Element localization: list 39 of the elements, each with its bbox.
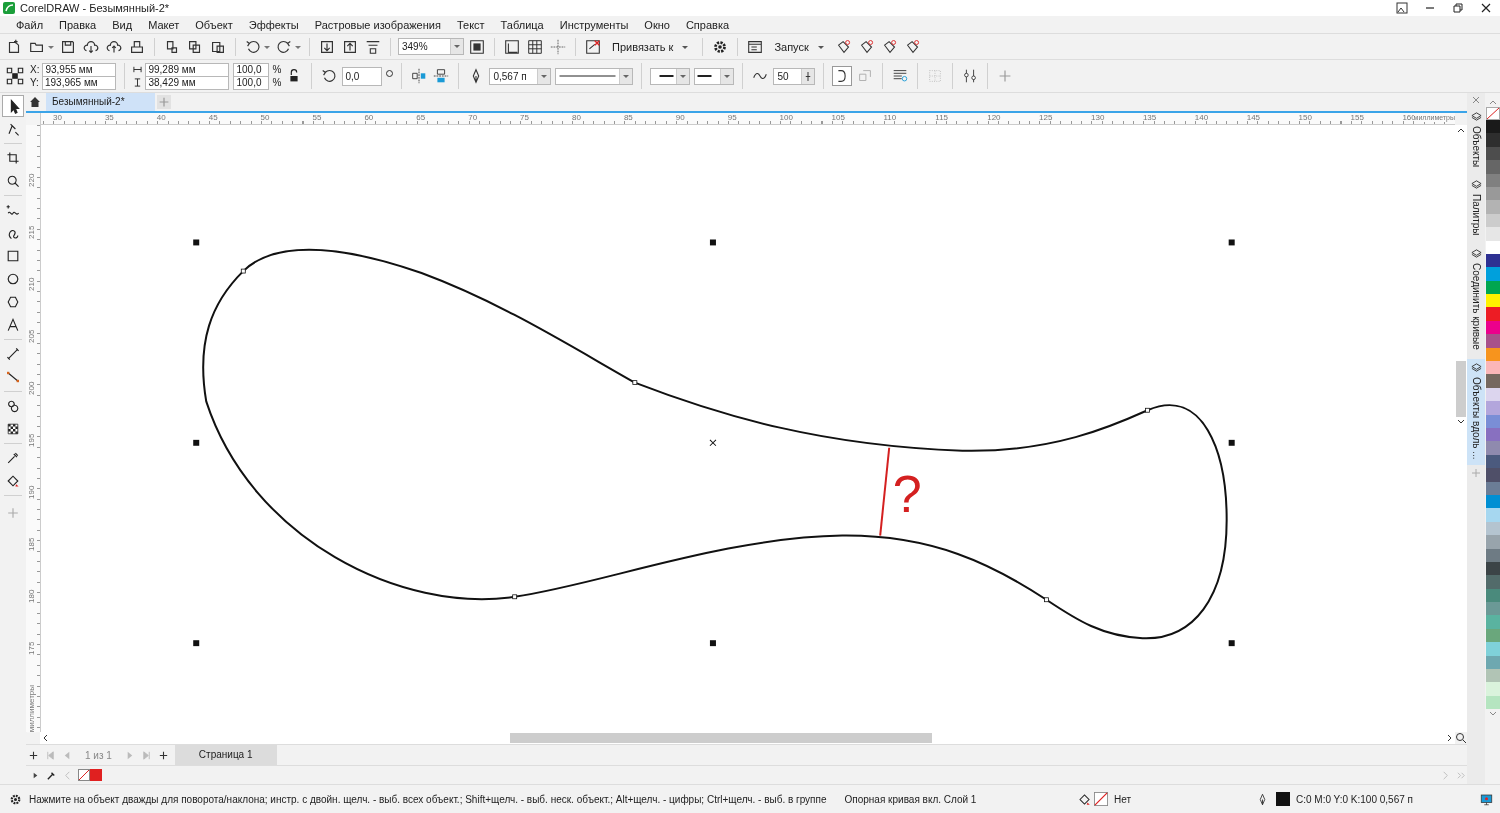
docker-tab[interactable]: Объекты вдоль ...	[1467, 358, 1485, 466]
page-counter: 1 из 1	[85, 749, 112, 761]
zoom-field[interactable]: 349%	[398, 38, 464, 55]
outline-width-field[interactable]: 0,567 п	[489, 67, 552, 85]
menu-item[interactable]: Файл	[8, 18, 52, 31]
menu-item[interactable]: Эффекты	[240, 18, 307, 31]
menu-item[interactable]: Текст	[448, 18, 493, 31]
menu-item[interactable]: Таблица	[492, 18, 552, 31]
y-label: Y:	[30, 77, 39, 88]
percent-label: %	[272, 64, 282, 75]
menu-item[interactable]: Объект	[187, 18, 241, 31]
menu-item[interactable]: Инструменты	[551, 18, 637, 31]
menu-item[interactable]: Правка	[51, 18, 105, 31]
snap-to-dropdown[interactable]: Привязать к	[606, 36, 696, 57]
x-label: X:	[30, 64, 40, 75]
page-tab[interactable]: Страница 1	[174, 745, 277, 765]
x-position-field[interactable]: 93,955 мм	[42, 62, 117, 77]
smoothing-field[interactable]: 50	[773, 67, 816, 85]
outline-info: C:0 M:0 Y:0 K:100 0,567 п	[1296, 793, 1413, 805]
menu-item[interactable]: Окно	[636, 18, 678, 31]
launch-dropdown[interactable]: Запуск	[768, 36, 831, 57]
menu-item[interactable]: Вид	[104, 18, 141, 31]
docker-tab[interactable]: Соединить кривые	[1467, 244, 1485, 356]
fill-info: Нет	[1114, 793, 1131, 805]
menu-item[interactable]: Макет	[140, 18, 188, 31]
docker-tab[interactable]: Объекты	[1467, 108, 1485, 174]
layer-info: Опорная кривая вкл. Слой 1	[844, 793, 977, 805]
scale-x-field[interactable]: 100,0	[233, 62, 270, 77]
question-mark: ?	[892, 465, 922, 523]
document-tab[interactable]: Безымянный-2*	[46, 93, 155, 111]
status-hint: Нажмите на объект дважды для поворота/наклона; инстр. с двойн. щелч. - выб. всех объект.; Shift+щелч. - выб. неск. объект.; Alt+щелч. - цифры; Ctrl+щелч. - выб. в группе	[29, 793, 827, 805]
menu-item[interactable]: Растровые изображения	[306, 18, 449, 31]
docker-tab[interactable]: Палитры	[1467, 176, 1485, 242]
rotation-field[interactable]: 0,0	[342, 66, 383, 86]
menu-item[interactable]: Справка	[677, 18, 738, 31]
percent-label: %	[272, 77, 282, 88]
window-title: CorelDRAW - Безымянный-2*	[20, 2, 170, 14]
width-field[interactable]: 99,289 мм	[145, 62, 230, 77]
vertical-ruler: 220 215 210 205 200 195 190 185 180 175 миллиметры	[26, 125, 41, 732]
